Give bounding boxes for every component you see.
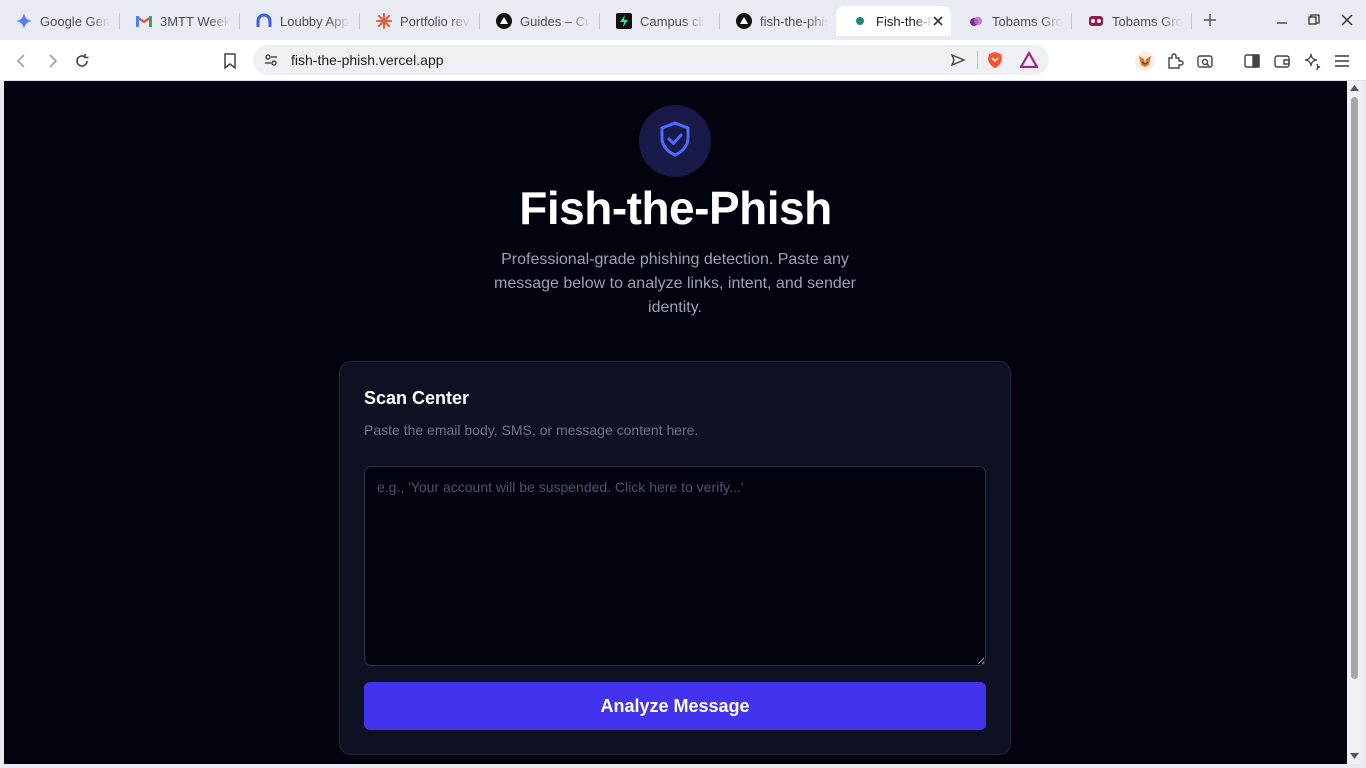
site-settings-icon[interactable] bbox=[263, 52, 279, 73]
tab-guides-cursor[interactable]: Guides – Cursor bbox=[480, 6, 598, 36]
shield-check-icon bbox=[655, 119, 695, 164]
gemini-icon bbox=[16, 13, 32, 29]
tab-campus-cli[interactable]: Campus cli bbox=[600, 6, 718, 36]
menu-icon[interactable] bbox=[1329, 48, 1355, 74]
leo-ai-icon[interactable] bbox=[1192, 48, 1218, 74]
brave-rewards-icon[interactable] bbox=[1019, 50, 1039, 73]
tab-portfolio-review[interactable]: Portfolio review bbox=[360, 6, 478, 36]
tab-tobams-group-2[interactable]: Tobams Group bbox=[1072, 6, 1190, 36]
claude-icon bbox=[376, 13, 392, 29]
send-icon[interactable] bbox=[950, 52, 966, 73]
close-window-button[interactable] bbox=[1332, 8, 1362, 32]
logo bbox=[639, 105, 711, 177]
new-tab-button[interactable] bbox=[1198, 8, 1222, 32]
address-bar[interactable]: fish-the-phish.vercel.app bbox=[253, 45, 1049, 75]
tab-google-gemini[interactable]: Google Gemini bbox=[0, 6, 118, 36]
tab-3mtt-weekly[interactable]: 3MTT Weekly bbox=[120, 6, 238, 36]
loubby-icon bbox=[256, 13, 272, 29]
scroll-thumb[interactable] bbox=[1351, 97, 1358, 679]
scan-center-description: Paste the email body, SMS, or message co… bbox=[364, 422, 699, 438]
reload-button[interactable] bbox=[69, 48, 95, 74]
ai-sparkle-icon[interactable] bbox=[1299, 48, 1325, 74]
brave-shields-icon[interactable] bbox=[986, 51, 1004, 74]
omnibox-divider bbox=[977, 51, 978, 69]
tab-tobams-group-1[interactable]: Tobams Group bbox=[952, 6, 1070, 36]
scrollbar[interactable] bbox=[1347, 81, 1362, 764]
analyze-message-button[interactable]: Analyze Message bbox=[364, 682, 986, 730]
page-subtitle: Professional-grade phishing detection. P… bbox=[494, 251, 856, 316]
campus-icon bbox=[616, 13, 632, 29]
vercel-icon bbox=[736, 13, 752, 29]
forward-button[interactable] bbox=[39, 48, 65, 74]
extensions-icon[interactable] bbox=[1162, 48, 1188, 74]
browser-toolbar: fish-the-phish.vercel.app bbox=[0, 40, 1366, 81]
tobams-icon bbox=[968, 13, 984, 29]
sidebar-toggle-icon[interactable] bbox=[1239, 48, 1265, 74]
tab-loubby-app[interactable]: Loubby App bbox=[240, 6, 358, 36]
restore-button[interactable] bbox=[1299, 8, 1329, 32]
wallet-icon[interactable] bbox=[1269, 48, 1295, 74]
scan-center-title: Scan Center bbox=[364, 388, 470, 408]
page-title: Fish-the-Phish bbox=[519, 182, 832, 234]
scroll-down-icon[interactable] bbox=[1350, 753, 1359, 759]
back-button[interactable] bbox=[9, 48, 35, 74]
tab-fish-the-phish-active[interactable]: Fish-the-Phish bbox=[836, 6, 951, 36]
bookmark-button[interactable] bbox=[217, 48, 243, 74]
scan-center-card: Scan Center Paste the email body, SMS, o… bbox=[339, 361, 1011, 755]
url-text: fish-the-phish.vercel.app bbox=[291, 52, 444, 68]
favicon-dot-icon bbox=[852, 13, 868, 29]
gmail-icon bbox=[136, 13, 152, 29]
scroll-up-icon[interactable] bbox=[1350, 85, 1359, 91]
tab-fish-the-phish-vercel[interactable]: fish-the-phish bbox=[720, 6, 836, 36]
tobams-logo-icon bbox=[1088, 13, 1104, 29]
page-viewport: Fish-the-Phish Professional-grade phishi… bbox=[4, 81, 1347, 764]
metamask-extension-icon[interactable] bbox=[1132, 48, 1158, 74]
message-input[interactable] bbox=[364, 466, 986, 666]
minimize-button[interactable] bbox=[1267, 8, 1297, 32]
vercel-icon bbox=[496, 13, 512, 29]
tab-strip: Google Gemini 3MTT Weekly Loubby App Por… bbox=[0, 0, 1366, 40]
tab-separator bbox=[1191, 13, 1192, 29]
close-tab-icon[interactable] bbox=[932, 13, 943, 29]
